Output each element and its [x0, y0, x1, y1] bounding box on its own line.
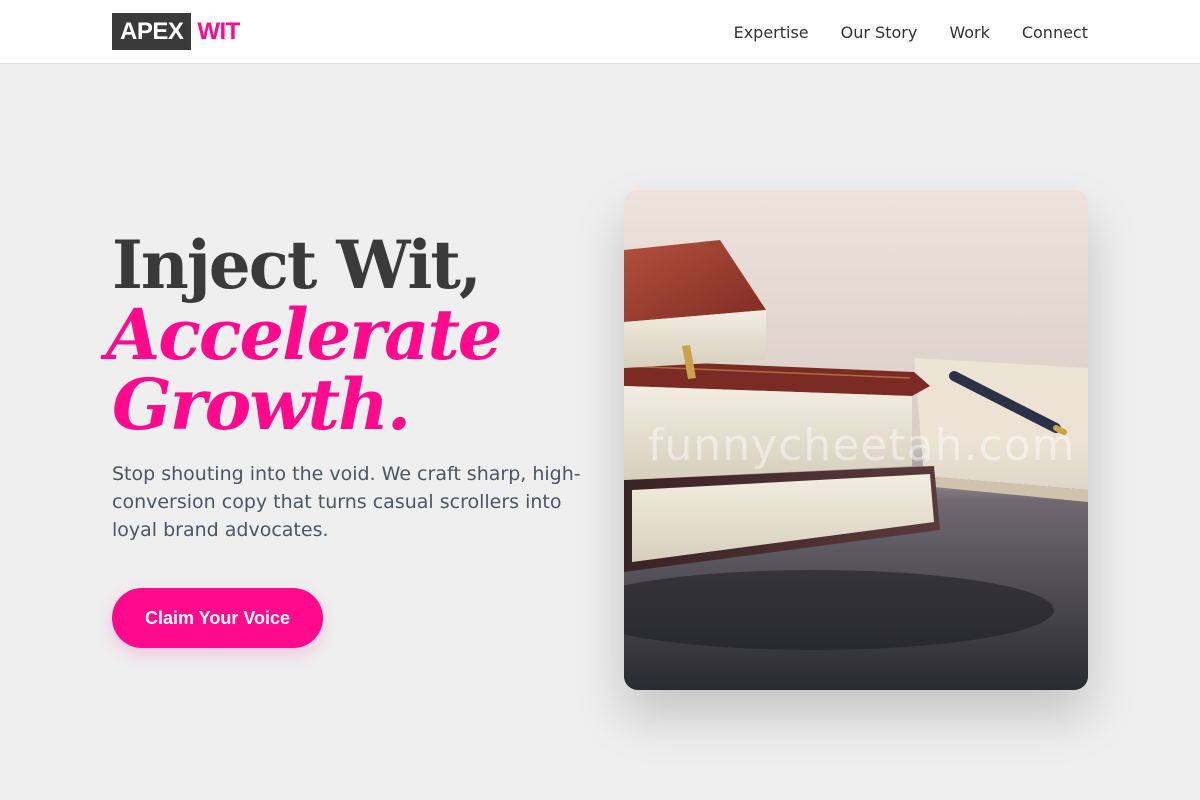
claim-your-voice-button[interactable]: Claim Your Voice: [112, 588, 323, 648]
hero-image-books: funnycheetah.com: [624, 190, 1088, 690]
nav-item-expertise[interactable]: Expertise: [734, 23, 809, 42]
stacked-books-illustration: [624, 190, 1088, 690]
nav-item-connect[interactable]: Connect: [1022, 23, 1088, 42]
hero-headline: Inject Wit, Accelerate Growth.: [106, 226, 582, 446]
logo[interactable]: APEX WIT: [112, 13, 240, 50]
headline-line-3: Growth.: [112, 363, 411, 446]
logo-accent-text: WIT: [197, 17, 240, 45]
hero-lead-text: Stop shouting into the void. We craft sh…: [112, 463, 581, 541]
logo-dark-text: APEX: [112, 13, 192, 50]
nav-item-our-story[interactable]: Our Story: [841, 23, 918, 42]
site-header: APEX WIT Expertise Our Story Work Connec…: [0, 0, 1200, 64]
headline-line-2: Accelerate: [106, 293, 502, 376]
hero-text: Inject Wit, Accelerate Growth. Stop shou…: [106, 226, 582, 544]
nav-item-work[interactable]: Work: [949, 23, 990, 42]
headline-line-1: Inject Wit,: [112, 226, 482, 304]
main-nav: Expertise Our Story Work Connect: [734, 0, 1088, 64]
